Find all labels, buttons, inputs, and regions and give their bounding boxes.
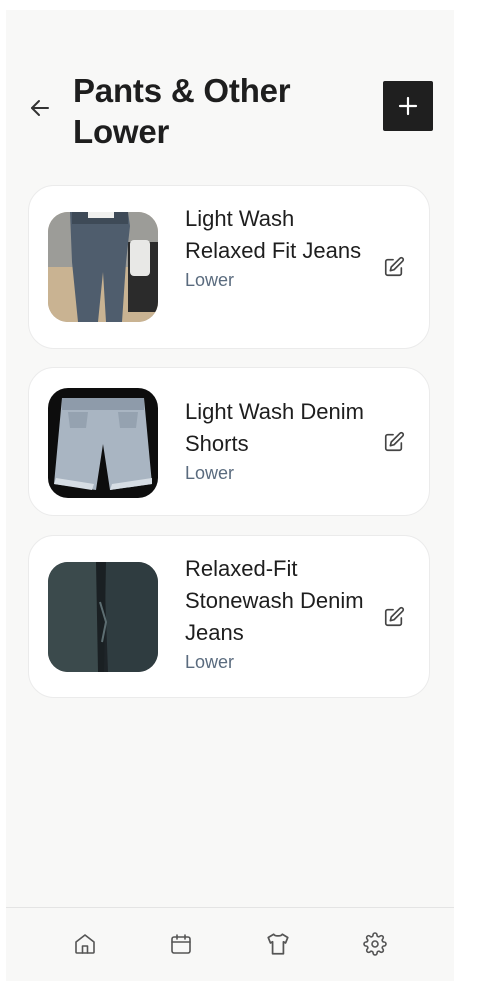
item-category: Lower: [185, 270, 235, 290]
edit-icon: [384, 606, 405, 627]
item-name: Light Wash Relaxed Fit Jeans: [185, 206, 362, 263]
bottom-nav: [6, 907, 454, 981]
plus-icon: [398, 96, 418, 116]
arrow-left-icon: [31, 100, 49, 116]
calendar-icon: [171, 934, 191, 954]
item-photo: [48, 388, 158, 498]
edit-button[interactable]: [381, 254, 407, 280]
gear-icon: [363, 932, 387, 956]
item-category: Lower: [185, 463, 235, 483]
edit-icon: [384, 256, 405, 277]
list-item[interactable]: Relaxed-Fit Stonewash Denim Jeans Lower: [28, 535, 430, 698]
add-item-button[interactable]: [383, 81, 433, 131]
item-photo: [48, 212, 158, 322]
list-item[interactable]: Light Wash Denim Shorts Lower: [28, 367, 430, 516]
item-name: Light Wash Denim Shorts: [185, 399, 364, 456]
edit-icon: [384, 431, 405, 452]
home-icon: [75, 934, 95, 954]
page-title: Pants & Other Lower: [73, 72, 291, 150]
shirt-icon: [267, 933, 289, 955]
edit-button[interactable]: [381, 429, 407, 455]
nav-home[interactable]: [71, 930, 99, 958]
nav-wardrobe[interactable]: [264, 930, 292, 958]
list-item[interactable]: Light Wash Relaxed Fit Jeans Lower: [28, 185, 430, 349]
item-text: Light Wash Denim Shorts Lower: [185, 396, 365, 486]
item-text: Relaxed-Fit Stonewash Denim Jeans Lower: [185, 553, 365, 675]
item-photo: [48, 562, 158, 672]
nav-settings[interactable]: [361, 930, 389, 958]
nav-calendar[interactable]: [167, 930, 195, 958]
item-name: Relaxed-Fit Stonewash Denim Jeans: [185, 556, 364, 645]
edit-button[interactable]: [381, 604, 407, 630]
back-button[interactable]: [26, 94, 54, 122]
item-category: Lower: [185, 652, 235, 672]
item-text: Light Wash Relaxed Fit Jeans Lower: [185, 203, 365, 293]
phone-screen: Pants & Other Lower Light Wash Relaxed F…: [6, 10, 454, 981]
